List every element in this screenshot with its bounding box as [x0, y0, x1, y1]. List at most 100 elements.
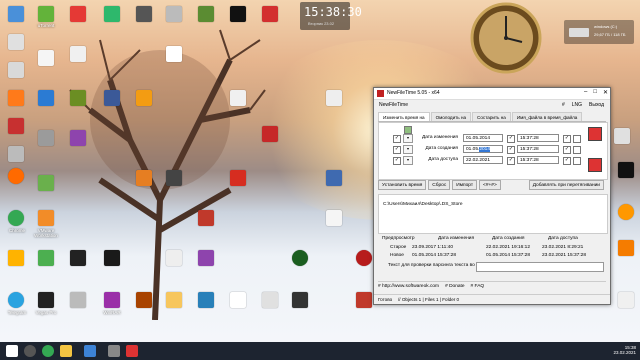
dropdown[interactable]: ▾	[403, 156, 413, 165]
desktop-icon[interactable]	[70, 292, 86, 308]
menu-lng[interactable]: LNG	[572, 102, 582, 108]
tab-filename-to-time[interactable]: Имя_файла в время_файла	[511, 112, 583, 121]
desktop-icon[interactable]	[198, 292, 214, 308]
desktop-icon[interactable]	[70, 46, 86, 62]
desktop-icon[interactable]	[326, 90, 342, 106]
desktop-icon[interactable]	[198, 210, 214, 226]
tab-set-time[interactable]: Изменить время на	[378, 112, 430, 121]
checkbox[interactable]: ✓	[507, 135, 515, 143]
desktop-icon[interactable]	[104, 90, 120, 106]
desktop-icon[interactable]	[8, 146, 24, 162]
desktop-icon[interactable]	[618, 204, 634, 220]
date-field[interactable]: 01.05.2014	[463, 145, 503, 153]
desktop-icon[interactable]	[230, 90, 246, 106]
reset-button[interactable]: Сброс	[428, 180, 451, 190]
date-field[interactable]: 22.02.2021	[463, 156, 503, 164]
checkbox[interactable]: ✓	[563, 157, 571, 165]
youtube-icon[interactable]	[104, 6, 120, 22]
menu-exit[interactable]: Выход	[589, 102, 604, 108]
checkbox[interactable]	[573, 157, 581, 165]
desktop-icon[interactable]	[356, 292, 372, 308]
desktop-icon[interactable]	[70, 250, 86, 266]
checkbox[interactable]	[573, 146, 581, 154]
vmware-icon[interactable]	[38, 210, 54, 226]
desktop-icon[interactable]	[230, 292, 246, 308]
desktop-icon[interactable]	[230, 6, 246, 22]
desktop-icon[interactable]	[166, 170, 182, 186]
desktop-icon[interactable]	[356, 250, 372, 266]
desktop-icon[interactable]	[38, 250, 54, 266]
pattern-button[interactable]: <#+#>	[479, 180, 501, 190]
checkbox[interactable]: ✓	[563, 146, 571, 154]
desktop-icon[interactable]	[198, 250, 214, 266]
vegas-icon[interactable]	[38, 292, 54, 308]
desktop-icon[interactable]	[8, 250, 24, 266]
time-field[interactable]: 15:37:28	[517, 134, 559, 142]
desktop-icon[interactable]	[262, 126, 278, 142]
start-icon[interactable]	[6, 345, 18, 357]
utorrent-icon[interactable]	[38, 6, 54, 22]
search-icon[interactable]	[24, 345, 36, 357]
desktop-icon[interactable]	[618, 292, 634, 308]
close-icon[interactable]: ✕	[603, 89, 608, 96]
file-path[interactable]: C:\Users\Михаил\Desktop\.DS_Store	[383, 202, 463, 207]
maximize-icon[interactable]: □	[593, 89, 597, 96]
explorer-icon[interactable]	[60, 345, 72, 357]
desktop-icon[interactable]	[38, 90, 54, 106]
dropdown[interactable]: ▾	[403, 134, 413, 143]
desktop-icon[interactable]	[136, 292, 152, 308]
add-on-drag-option[interactable]: Добавлять при перетягивании	[528, 180, 604, 190]
desktop-icon[interactable]	[166, 292, 182, 308]
desktop-icon[interactable]	[262, 292, 278, 308]
desktop-icon[interactable]	[292, 292, 308, 308]
checkbox[interactable]	[573, 135, 581, 143]
desktop-icon[interactable]	[38, 50, 54, 66]
desktop-icon[interactable]	[38, 175, 54, 191]
desktop-icon[interactable]	[136, 90, 152, 106]
file-list[interactable]: C:\Users\Михаил\Desktop\.DS_Store	[378, 194, 608, 234]
desktop-icon[interactable]	[104, 250, 120, 266]
desktop-icon[interactable]	[8, 90, 24, 106]
desktop-icon[interactable]	[8, 118, 24, 134]
desktop-icon[interactable]	[136, 170, 152, 186]
desktop-icon[interactable]	[166, 250, 182, 266]
desktop-icon[interactable]	[70, 6, 86, 22]
checkbox[interactable]	[404, 126, 412, 134]
desktop-icon[interactable]	[326, 170, 342, 186]
menu-hash[interactable]: #	[562, 102, 565, 108]
checkbox[interactable]: ✓	[507, 146, 515, 154]
desktop-icon[interactable]	[230, 170, 246, 186]
dropdown[interactable]: ▾	[403, 145, 413, 154]
parse-test-input[interactable]	[476, 262, 604, 272]
app-icon[interactable]	[108, 345, 120, 357]
checkbox[interactable]: ✓	[393, 146, 401, 154]
desktop-icon[interactable]	[326, 210, 342, 226]
title-bar[interactable]: NewFileTime 5.05 - x64 – □ ✕	[374, 88, 610, 100]
faq-link[interactable]: # FAQ	[471, 284, 485, 293]
import-button[interactable]: Импорт	[452, 180, 478, 190]
checkbox[interactable]: ✓	[507, 157, 515, 165]
chrome-icon[interactable]	[8, 210, 24, 226]
minimize-icon[interactable]: –	[584, 89, 587, 96]
minecraft-icon[interactable]	[198, 6, 214, 22]
winrar-icon[interactable]	[104, 292, 120, 308]
desktop-icon[interactable]	[8, 6, 24, 22]
desktop-icon[interactable]	[166, 6, 182, 22]
firefox-icon[interactable]	[8, 168, 24, 184]
desktop-icon[interactable]	[38, 130, 54, 146]
chrome-icon[interactable]	[42, 345, 54, 357]
time-field[interactable]: 15:37:28	[517, 156, 559, 164]
newfiletime-taskbar-icon[interactable]	[126, 345, 138, 357]
desktop-icon[interactable]	[8, 62, 24, 78]
desktop-icon[interactable]	[262, 6, 278, 22]
desktop-icon[interactable]	[618, 240, 634, 256]
browser-icon[interactable]	[84, 345, 96, 357]
system-tray[interactable]: 15:38 23.02.2021	[613, 345, 636, 355]
checkbox[interactable]: ✓	[563, 135, 571, 143]
time-field[interactable]: 15:37:28	[517, 145, 559, 153]
desktop-icon[interactable]	[618, 162, 634, 178]
desktop-icon[interactable]	[70, 130, 86, 146]
checkbox[interactable]: ✓	[393, 157, 401, 165]
desktop-icon[interactable]	[70, 90, 86, 106]
desktop-icon[interactable]	[614, 128, 630, 144]
